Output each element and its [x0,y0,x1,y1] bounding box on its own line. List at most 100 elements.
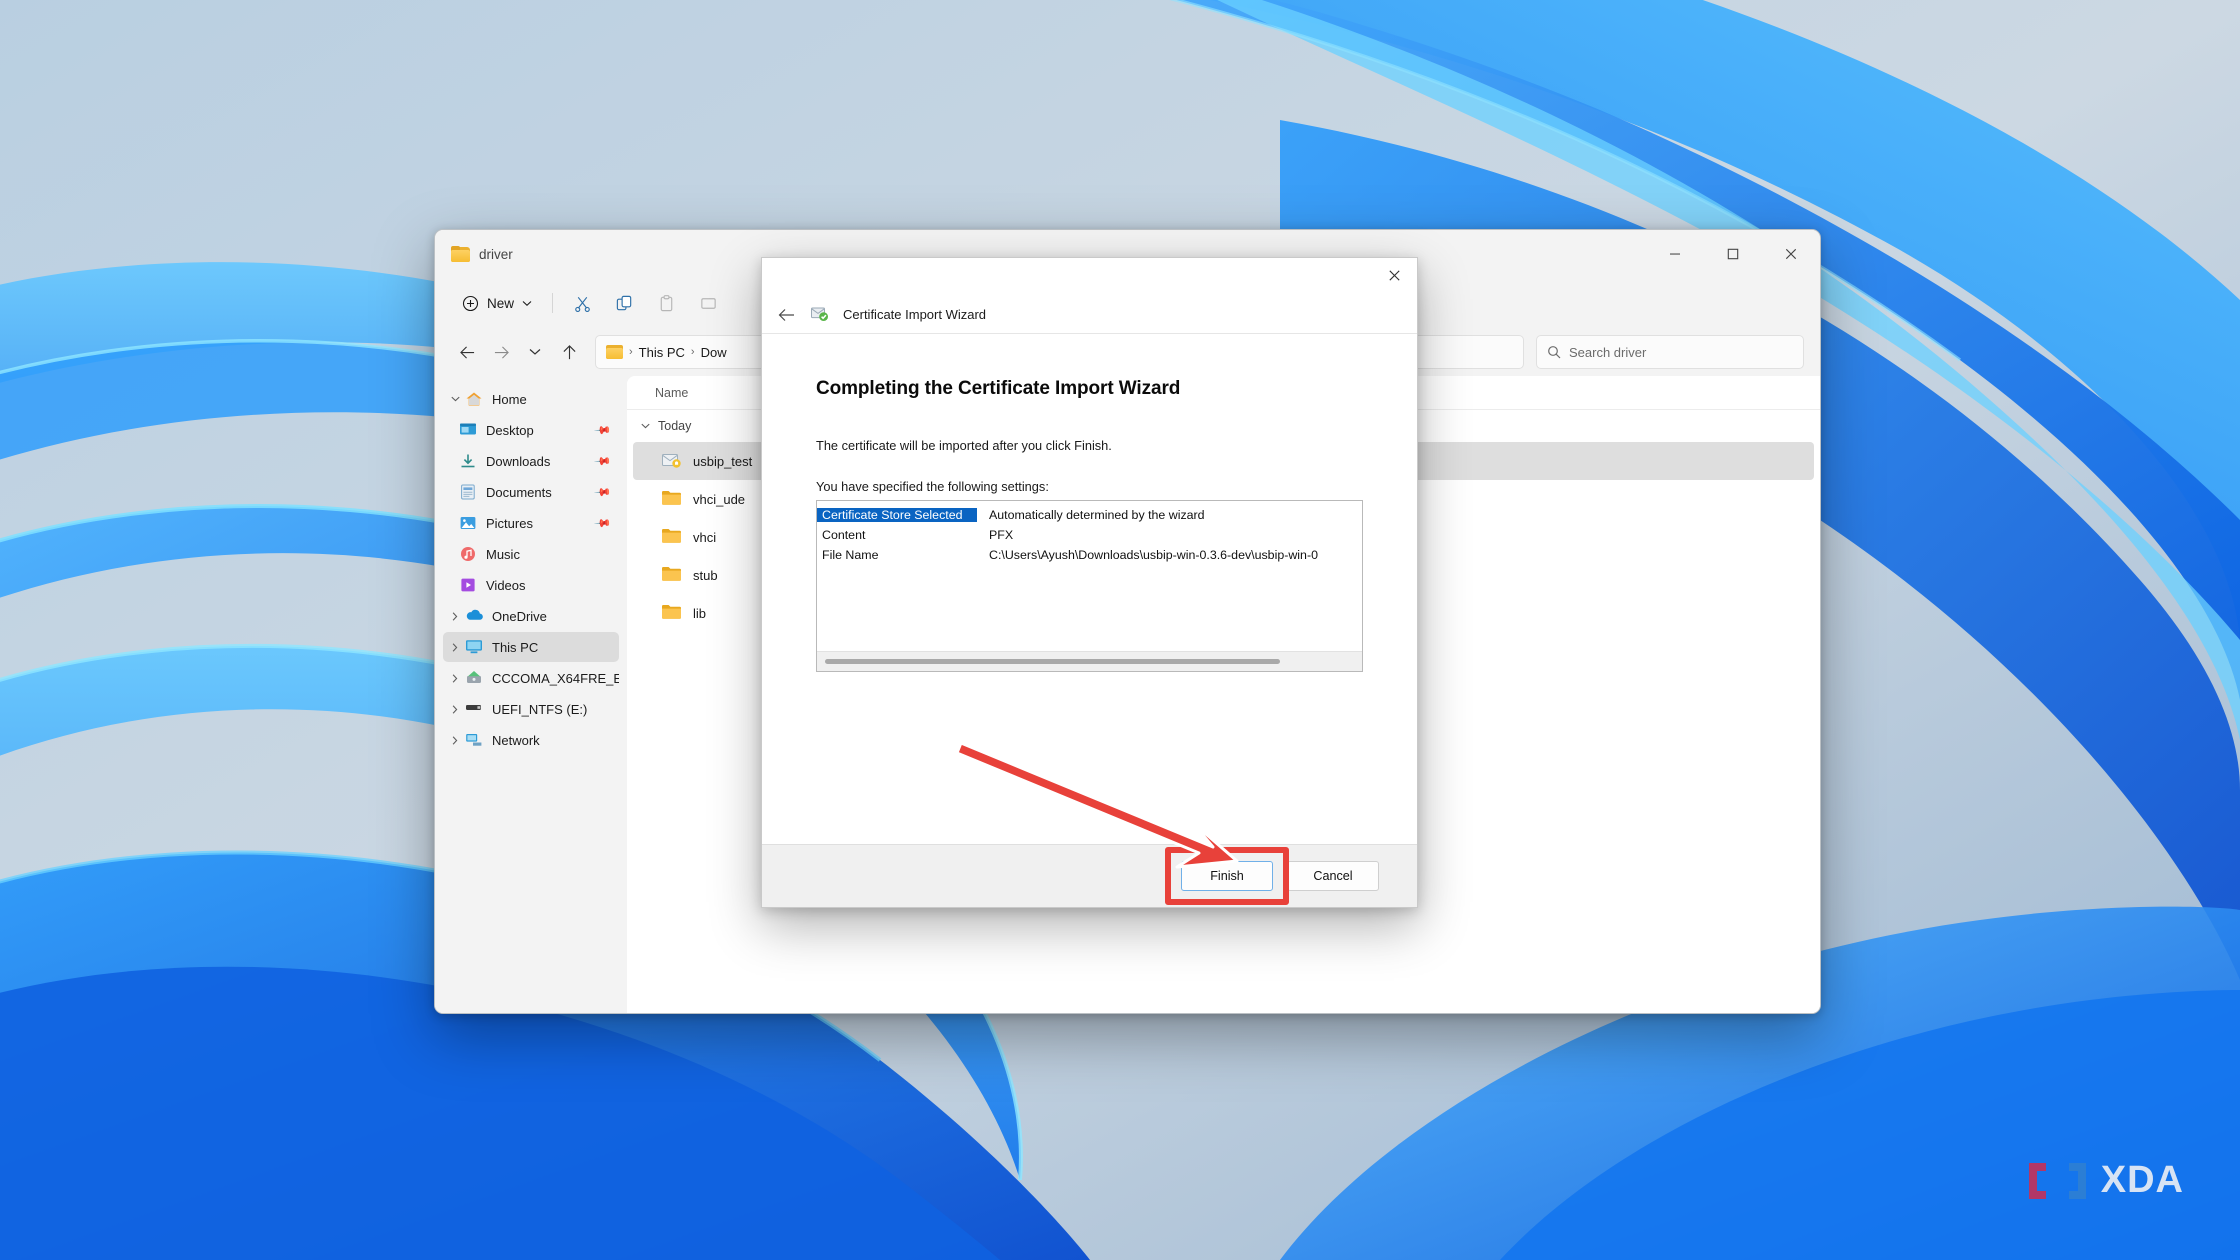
sidebar-item-desktop[interactable]: Desktop 📌 [457,415,619,445]
sidebar-label: Documents [486,484,552,500]
certificate-file-icon [661,451,683,471]
new-button-label: New [487,295,515,311]
minimize-button[interactable] [1646,230,1704,278]
pin-icon: 📌 [593,452,612,471]
wizard-caption-bar [762,258,1417,296]
documents-icon [459,484,479,501]
folder-icon [661,565,683,585]
up-button[interactable] [553,336,585,368]
pin-icon: 📌 [593,421,612,440]
chevron-down-icon [641,423,650,429]
chevron-down-icon [522,300,532,306]
copy-button[interactable] [604,286,644,320]
folder-icon [661,489,683,509]
wizard-heading: Completing the Certificate Import Wizard [816,378,1181,399]
chevron-right-icon[interactable] [445,642,465,652]
sidebar-item-videos[interactable]: Videos [457,570,619,600]
window-controls [1646,230,1820,278]
folder-icon [451,246,470,262]
back-button[interactable] [451,336,483,368]
new-button[interactable]: New [451,286,543,320]
chevron-right-icon[interactable] [445,704,465,714]
settings-row[interactable]: Certificate Store Selected Automatically… [817,505,1362,525]
sidebar-item-pictures[interactable]: Pictures 📌 [457,508,619,538]
sidebar-item-uefi-ntfs[interactable]: UEFI_NTFS (E:) [443,694,619,724]
window-title: driver [479,246,513,262]
sidebar-label: Music [486,546,520,562]
sidebar-label: Downloads [486,453,551,469]
desktop: driver New › This PC › Dow Search driver… [0,0,2240,1260]
close-button[interactable] [1762,230,1820,278]
sidebar-item-cccoma[interactable]: CCCOMA_X64FRE_E [443,663,619,693]
breadcrumb-item-this-pc[interactable]: This PC [639,345,685,360]
toolbar-divider [552,293,554,313]
breadcrumb-folder-icon [606,345,623,359]
chevron-right-icon[interactable] [445,735,465,745]
setting-value: PFX [989,528,1014,542]
search-icon [1548,346,1561,359]
paste-button[interactable] [646,286,686,320]
onedrive-icon [465,608,485,625]
breadcrumb-separator: › [690,346,695,358]
dvd-drive-icon [465,670,485,687]
xda-watermark: XDA [2026,1159,2184,1202]
sidebar-label: Home [492,391,527,407]
network-icon [465,732,485,749]
sidebar-item-network[interactable]: Network [443,725,619,755]
scrollbar-thumb[interactable] [825,659,1280,664]
plus-circle-icon [462,295,479,311]
wizard-content: Completing the Certificate Import Wizard… [762,334,1417,672]
setting-key: Certificate Store Selected [817,508,977,522]
setting-key: File Name [822,548,879,562]
wizard-paragraph-1: The certificate will be imported after y… [816,438,1112,453]
setting-key: Content [822,528,866,542]
rename-icon [700,297,716,309]
sidebar-item-home[interactable]: Home [443,384,619,414]
breadcrumb-item-downloads[interactable]: Dow [701,345,727,360]
sidebar-label: Videos [486,577,526,593]
cancel-button[interactable]: Cancel [1287,861,1379,891]
wizard-footer: Finish Cancel [762,844,1417,907]
sidebar-label: UEFI_NTFS (E:) [492,701,588,717]
forward-button[interactable] [485,336,517,368]
scissors-icon [574,296,590,312]
sidebar-item-downloads[interactable]: Downloads 📌 [457,446,619,476]
sidebar-label: CCCOMA_X64FRE_E [492,670,619,686]
sidebar-label: Pictures [486,515,533,531]
settings-row[interactable]: Content PFX [817,525,1362,545]
pictures-icon [459,515,479,532]
rename-button[interactable] [688,286,728,320]
sidebar-item-music[interactable]: Music [457,539,619,569]
horizontal-scrollbar[interactable] [817,651,1362,671]
paste-icon [660,294,672,311]
downloads-icon [459,453,479,470]
wizard-paragraph-2: You have specified the following setting… [816,479,1049,494]
maximize-button[interactable] [1704,230,1762,278]
finish-button[interactable]: Finish [1181,861,1273,891]
sidebar-label: Network [492,732,540,748]
home-icon [465,391,485,408]
sidebar-item-documents[interactable]: Documents 📌 [457,477,619,507]
xda-wordmark: XDA [2100,1159,2184,1201]
setting-value: C:\Users\Ayush\Downloads\usbip-win-0.3.6… [989,548,1318,562]
sidebar-item-onedrive[interactable]: OneDrive [443,601,619,631]
close-icon[interactable] [1371,258,1417,292]
this-pc-icon [465,639,485,656]
sidebar-label: This PC [492,639,539,655]
settings-row[interactable]: File Name C:\Users\Ayush\Downloads\usbip… [817,545,1362,565]
music-icon [459,546,479,563]
chevron-right-icon[interactable] [445,673,465,683]
sidebar-label: Desktop [486,422,534,438]
usb-drive-icon [465,701,485,718]
chevron-right-icon[interactable] [445,611,465,621]
search-input[interactable]: Search driver [1536,335,1804,369]
settings-list[interactable]: Certificate Store Selected Automatically… [816,500,1363,672]
chevron-down-icon[interactable] [445,396,465,402]
sidebar-item-this-pc[interactable]: This PC [443,632,619,662]
pin-icon: 📌 [593,483,612,502]
breadcrumb-separator: › [629,346,633,358]
recent-locations-button[interactable] [519,336,551,368]
videos-icon [459,577,479,594]
cut-button[interactable] [562,286,602,320]
back-arrow-icon[interactable] [778,308,796,322]
